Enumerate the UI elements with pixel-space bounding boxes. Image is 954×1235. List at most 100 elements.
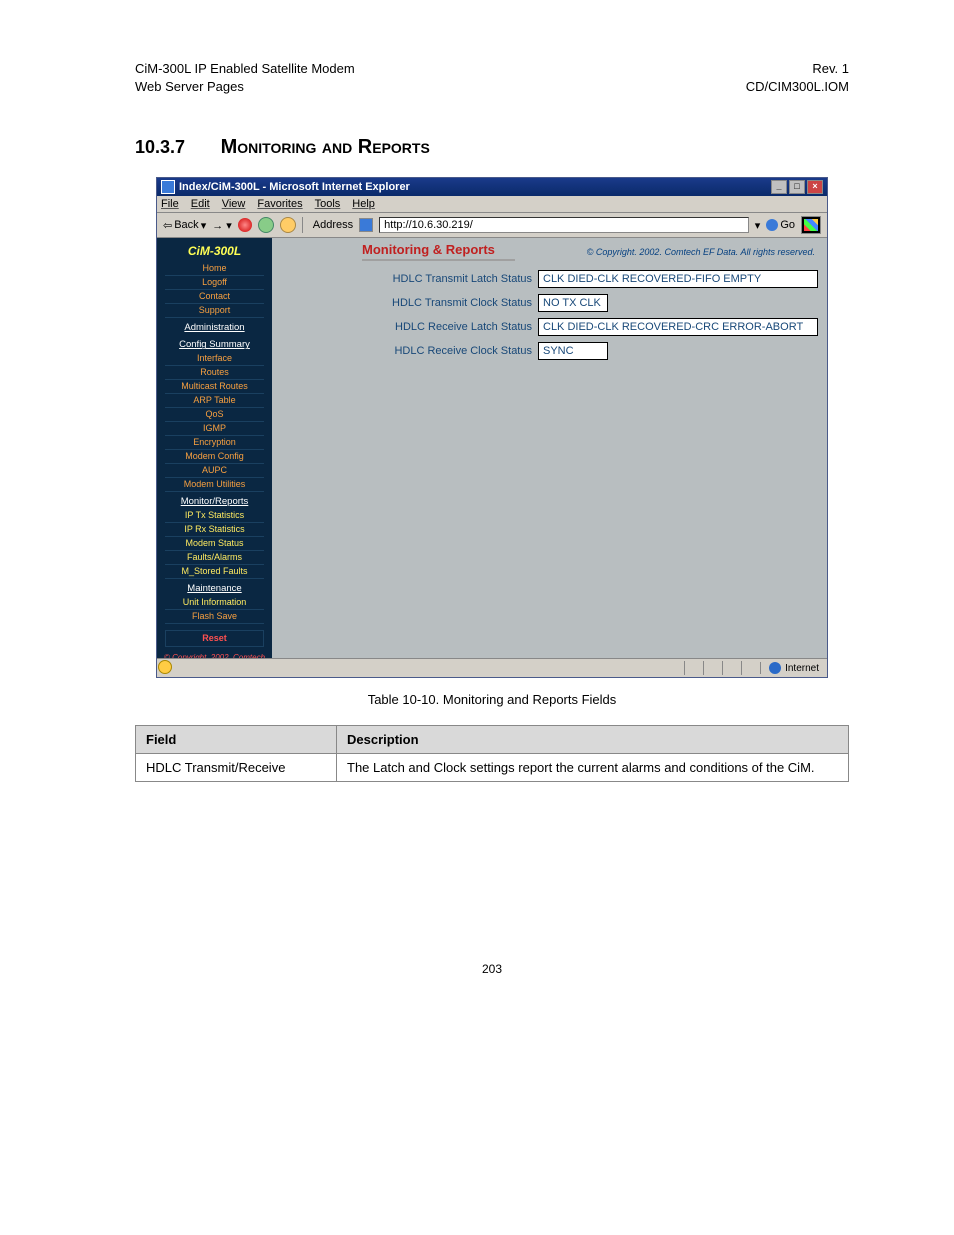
sidebar-item[interactable]: Routes (165, 366, 264, 380)
sidebar-item[interactable]: Support (165, 304, 264, 318)
header-left-line2: Web Server Pages (135, 79, 244, 94)
table-cell-field: HDLC Transmit/Receive (136, 754, 337, 782)
home-icon[interactable] (280, 217, 296, 233)
toolbar: ⇦ Back ▾ → ▾ Address http://10.6.30.219/… (157, 213, 827, 238)
window-titlebar[interactable]: Index/CiM-300L - Microsoft Internet Expl… (157, 178, 827, 196)
sidebar-item[interactable]: IGMP (165, 422, 264, 436)
status-label: HDLC Transmit Latch Status (272, 273, 538, 285)
toolbar-separator (302, 217, 303, 233)
page-title: Monitoring & Reports (362, 242, 515, 261)
maximize-button[interactable]: □ (789, 180, 805, 194)
forward-button[interactable]: → ▾ (212, 219, 232, 232)
back-button[interactable]: ⇦ Back ▾ (163, 219, 206, 232)
embedded-screenshot: Index/CiM-300L - Microsoft Internet Expl… (156, 177, 828, 678)
page-copyright: © Copyright. 2002. Comtech EF Data. All … (587, 247, 815, 257)
sidebar-item[interactable]: Faults/Alarms (165, 551, 264, 565)
minimize-button[interactable]: _ (771, 180, 787, 194)
status-label: HDLC Receive Clock Status (272, 345, 538, 357)
status-cell (703, 661, 722, 675)
status-value: NO TX CLK (538, 294, 608, 312)
sidebar-item[interactable]: Home (165, 262, 264, 276)
sidebar-item[interactable]: Flash Save (165, 610, 264, 624)
status-zone-label: Internet (785, 663, 819, 674)
sidebar-item[interactable]: Multicast Routes (165, 380, 264, 394)
sidebar-item[interactable]: Interface (165, 352, 264, 366)
menu-view[interactable]: View (222, 198, 246, 210)
sidebar-item[interactable]: Modem Status (165, 537, 264, 551)
window-title: Index/CiM-300L - Microsoft Internet Expl… (179, 181, 771, 193)
sidebar-brand: CiM-300L (157, 244, 272, 258)
status-bar: Internet (157, 658, 827, 677)
header-left-line1: CiM-300L IP Enabled Satellite Modem (135, 61, 355, 76)
sidebar-item[interactable]: Encryption (165, 436, 264, 450)
section-number: 10.3.7 (135, 137, 185, 157)
status-left-icon (157, 660, 173, 677)
go-button[interactable]: Go (766, 219, 795, 231)
sidebar-copyright: © Copyright. 2002. Comtech EF Data. All … (163, 653, 266, 658)
status-row: HDLC Receive Latch StatusCLK DIED-CLK RE… (272, 315, 827, 339)
ie-icon (161, 180, 175, 194)
sidebar-item[interactable]: IP Tx Statistics (165, 509, 264, 523)
header-right-line1: Rev. 1 (812, 61, 849, 76)
sidebar-item[interactable]: QoS (165, 408, 264, 422)
table-header-field: Field (136, 726, 337, 754)
sidebar-item[interactable]: Reset (165, 630, 264, 647)
status-row: HDLC Transmit Clock StatusNO TX CLK (272, 291, 827, 315)
address-page-icon (359, 218, 373, 232)
close-button[interactable]: × (807, 180, 823, 194)
table-header-description: Description (337, 726, 849, 754)
sidebar-item[interactable]: IP Rx Statistics (165, 523, 264, 537)
document-header: CiM-300L IP Enabled Satellite Modem Web … (135, 60, 849, 96)
status-cell (722, 661, 741, 675)
status-zone: Internet (760, 662, 827, 674)
page-number: 203 (135, 962, 849, 976)
sidebar-item[interactable]: Contact (165, 290, 264, 304)
status-value: CLK DIED-CLK RECOVERED-CRC ERROR-ABORT (538, 318, 818, 336)
sidebar-item[interactable]: M_Stored Faults (165, 565, 264, 579)
section-heading: 10.3.7 Monitoring and Reports (135, 136, 849, 159)
go-icon (766, 219, 778, 231)
status-cell (741, 661, 760, 675)
address-input[interactable]: http://10.6.30.219/ (379, 217, 749, 233)
status-label: HDLC Transmit Clock Status (272, 297, 538, 309)
sidebar: CiM-300L HomeLogoffContactSupport Adminis… (157, 238, 272, 658)
main-content: Monitoring & Reports © Copyright. 2002. … (272, 238, 827, 658)
menu-file[interactable]: File (161, 198, 179, 210)
menu-tools[interactable]: Tools (315, 198, 341, 210)
sidebar-item[interactable]: ARP Table (165, 394, 264, 408)
status-row: HDLC Receive Clock StatusSYNC (272, 339, 827, 363)
sidebar-item[interactable]: Maintenance (165, 581, 264, 596)
status-value: SYNC (538, 342, 608, 360)
status-cell (684, 661, 703, 675)
status-row: HDLC Transmit Latch StatusCLK DIED-CLK R… (272, 267, 827, 291)
menu-bar: File Edit View Favorites Tools Help (157, 196, 827, 213)
throbber-icon (801, 216, 821, 234)
fields-table: Field Description HDLC Transmit/Receive … (135, 725, 849, 782)
sidebar-item[interactable]: Config Summary (165, 337, 264, 352)
menu-favorites[interactable]: Favorites (257, 198, 302, 210)
address-dropdown-icon[interactable]: ▾ (755, 219, 761, 232)
header-right: Rev. 1 CD/CIM300L.IOM (746, 60, 849, 96)
figure-caption: Table 10-10. Monitoring and Reports Fiel… (135, 692, 849, 707)
sidebar-item[interactable]: AUPC (165, 464, 264, 478)
content-frame: CiM-300L HomeLogoffContactSupport Adminis… (157, 238, 827, 658)
sidebar-item[interactable]: Administration (165, 320, 264, 335)
menu-help[interactable]: Help (352, 198, 375, 210)
sidebar-item[interactable]: Modem Config (165, 450, 264, 464)
section-title: Monitoring and Reports (221, 136, 430, 158)
sidebar-item[interactable]: Unit Information (165, 596, 264, 610)
header-right-line2: CD/CIM300L.IOM (746, 79, 849, 94)
sidebar-item[interactable]: Modem Utilities (165, 478, 264, 492)
status-label: HDLC Receive Latch Status (272, 321, 538, 333)
sidebar-item[interactable]: Monitor/Reports (165, 494, 264, 509)
sidebar-item[interactable]: Logoff (165, 276, 264, 290)
refresh-icon[interactable] (258, 217, 274, 233)
table-cell-description: The Latch and Clock settings report the … (337, 754, 849, 782)
stop-icon[interactable] (238, 218, 252, 232)
internet-zone-icon (769, 662, 781, 674)
header-left: CiM-300L IP Enabled Satellite Modem Web … (135, 60, 355, 96)
menu-edit[interactable]: Edit (191, 198, 210, 210)
status-value: CLK DIED-CLK RECOVERED-FIFO EMPTY (538, 270, 818, 288)
table-row: HDLC Transmit/Receive The Latch and Cloc… (136, 754, 849, 782)
address-label: Address (313, 219, 353, 231)
